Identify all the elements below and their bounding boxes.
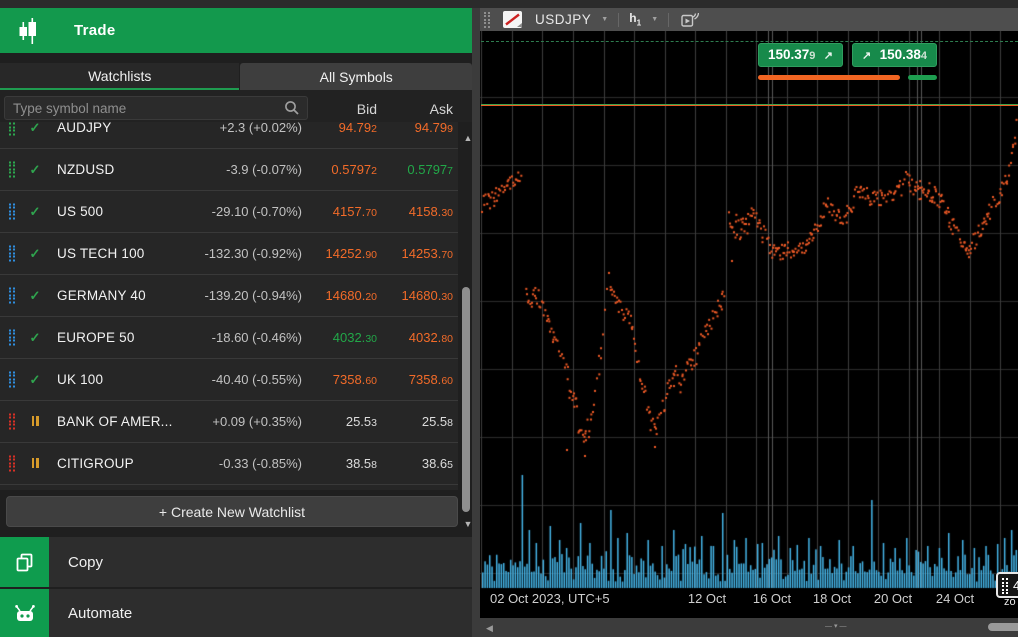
toolbar-separator bbox=[618, 13, 619, 27]
menu-label-copy: Copy bbox=[68, 554, 103, 571]
timeframe-dropdown-caret-icon[interactable]: ▼ bbox=[651, 16, 658, 23]
sentiment-bar-sell bbox=[758, 75, 900, 80]
watchlist-row-bank-of-amer-[interactable]: BANK OF AMER...+0.09 (+0.35%)25.5325.58 bbox=[0, 401, 458, 443]
watchlist-row-citigroup[interactable]: CITIGROUP-0.33 (-0.85%)38.5838.65 bbox=[0, 443, 458, 485]
column-header-ask[interactable]: Ask bbox=[0, 101, 453, 117]
hscroll-thumb[interactable] bbox=[988, 623, 1018, 631]
ask-value[interactable]: 7358.60 bbox=[0, 372, 453, 387]
ask-value[interactable]: 38.65 bbox=[0, 456, 453, 471]
trend-up-arrow-icon: ↗ bbox=[862, 49, 871, 62]
watchlist-row-uk-100[interactable]: ✓UK 100-40.40 (-0.55%)7358.607358.60 bbox=[0, 359, 458, 401]
watchlist-row-germany-40[interactable]: ✓GERMANY 40-139.20 (-0.94%)14680.2014680… bbox=[0, 275, 458, 317]
watchlist-scrollbar-thumb[interactable] bbox=[462, 287, 470, 512]
create-watchlist-button[interactable]: + Create New Watchlist bbox=[6, 496, 458, 527]
watchlist-row-us-500[interactable]: ✓US 500-29.10 (-0.70%)4157.704158.30 bbox=[0, 191, 458, 233]
copy-icon bbox=[0, 537, 49, 587]
watchlist-row-audjpy[interactable]: ✓AUDJPY+2.3 (+0.02%)94.79294.799 bbox=[0, 122, 458, 149]
watchlist-row-europe-50[interactable]: ✓EUROPE 50-18.60 (-0.46%)4032.304032.80 bbox=[0, 317, 458, 359]
chart-horizontal-scrollbar[interactable]: ◀ —▾— bbox=[480, 618, 1018, 637]
search-row: Bid Ask bbox=[0, 90, 472, 122]
watchlist-row-nzdusd[interactable]: ✓NZDUSD-3.9 (-0.07%)0.579720.57977 bbox=[0, 149, 458, 191]
menu-item-copy[interactable]: Copy bbox=[0, 537, 472, 587]
menu-label-automate: Automate bbox=[68, 605, 132, 622]
x-axis-label: 12 Oct bbox=[688, 591, 726, 606]
chart-toolbar: USDJPY ▼ h1 ▼ bbox=[480, 8, 1018, 31]
chart-type-icon[interactable] bbox=[503, 11, 522, 28]
menu-item-automate[interactable]: Automate bbox=[0, 589, 472, 637]
trend-up-arrow-icon: ↗ bbox=[824, 49, 833, 62]
ask-value[interactable]: 4158.30 bbox=[0, 204, 453, 219]
sentiment-bar-buy bbox=[908, 75, 937, 80]
badge-drag-dots-icon bbox=[1002, 578, 1009, 592]
x-axis-label: 24 Oct bbox=[936, 591, 974, 606]
toolbar-drag-handle-icon[interactable] bbox=[484, 12, 491, 28]
ask-value[interactable]: 25.58 bbox=[0, 414, 453, 429]
corner-badge-caption: zo bbox=[1004, 596, 1016, 608]
x-axis-label: 02 Oct 2023, UTC+5 bbox=[490, 591, 610, 606]
x-axis-label: 20 Oct bbox=[874, 591, 912, 606]
panel-title: Trade bbox=[74, 22, 116, 39]
chart-corner-badge[interactable]: 4 bbox=[996, 572, 1018, 598]
collapse-handle-icon[interactable]: —▾— bbox=[825, 622, 849, 630]
robot-icon bbox=[0, 589, 49, 637]
watchlist-rows: ✓AUDJPY+2.3 (+0.02%)94.79294.799✓NZDUSD-… bbox=[0, 122, 458, 490]
trade-header: Trade bbox=[0, 8, 472, 53]
ask-value[interactable]: 14253.70 bbox=[0, 246, 453, 261]
tab-all-symbols[interactable]: All Symbols bbox=[240, 63, 472, 90]
sell-price-badge[interactable]: 150.379 ↗ bbox=[758, 43, 843, 67]
spread-dashed-line bbox=[481, 41, 1018, 42]
x-axis-label: 18 Oct bbox=[813, 591, 851, 606]
watchlist-row-us-tech-100[interactable]: ✓US TECH 100-132.30 (-0.92%)14252.901425… bbox=[0, 233, 458, 275]
tab-watchlists[interactable]: Watchlists bbox=[0, 63, 239, 90]
ask-value[interactable]: 94.799 bbox=[0, 122, 453, 135]
x-axis-label: 16 Oct bbox=[753, 591, 791, 606]
ask-value[interactable]: 0.57977 bbox=[0, 162, 453, 177]
symbol-dropdown-caret-icon[interactable]: ▼ bbox=[601, 16, 608, 23]
detach-chart-icon[interactable] bbox=[681, 12, 699, 27]
timeframe-selector[interactable]: h1 bbox=[629, 11, 641, 27]
symbol-selector[interactable]: USDJPY bbox=[535, 12, 591, 27]
watchlist-tabs: Watchlists All Symbols bbox=[0, 63, 472, 90]
panel-divider[interactable] bbox=[472, 8, 480, 637]
candlestick-icon bbox=[17, 18, 39, 44]
window-top-strip bbox=[0, 0, 1018, 8]
ask-value[interactable]: 4032.80 bbox=[0, 330, 453, 345]
ask-value[interactable]: 14680.30 bbox=[0, 288, 453, 303]
price-chart-canvas[interactable] bbox=[480, 31, 1018, 618]
trading-app: Trade Watchlists All Symbols Bid Ask ✓AU… bbox=[0, 0, 1018, 637]
scroll-left-arrow[interactable]: ◀ bbox=[486, 623, 493, 634]
buy-price-badge[interactable]: ↗ 150.384 bbox=[852, 43, 937, 67]
bid-price-line bbox=[481, 105, 1018, 106]
toolbar-separator-2 bbox=[668, 13, 669, 27]
